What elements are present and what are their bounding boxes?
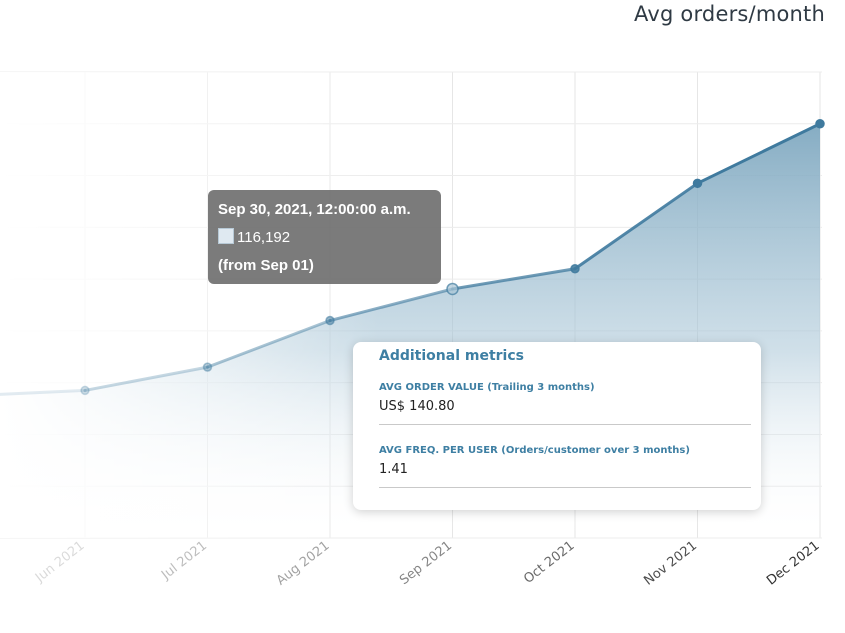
tooltip: Sep 30, 2021, 12:00:00 a.m. 116,192 (fro… bbox=[208, 190, 441, 284]
data-point bbox=[202, 362, 213, 372]
metric-block: AVG FREQ. PER USER (Orders/customer over… bbox=[379, 445, 751, 488]
metric-label: AVG FREQ. PER USER (Orders/customer over… bbox=[379, 445, 690, 456]
data-point bbox=[692, 178, 703, 189]
tooltip-swatch bbox=[218, 228, 234, 244]
x-tick-label: Oct 2021 bbox=[521, 538, 577, 587]
metric-value: US$ 140.80 bbox=[379, 399, 455, 414]
data-point bbox=[325, 315, 335, 326]
tooltip-range: (from Sep 01) bbox=[218, 257, 314, 274]
data-point bbox=[570, 264, 580, 274]
x-tick-label: Jul 2021 bbox=[158, 538, 210, 583]
metric-block: AVG ORDER VALUE (Trailing 3 months) US$ … bbox=[379, 382, 751, 425]
x-tick-label: Dec 2021 bbox=[764, 538, 822, 588]
data-point bbox=[446, 282, 459, 296]
tooltip-value-row: 116,192 bbox=[218, 228, 431, 256]
tooltip-date: Sep 30, 2021, 12:00:00 a.m. bbox=[218, 201, 411, 218]
data-point bbox=[80, 385, 90, 396]
tooltip-value: 116,192 bbox=[237, 229, 291, 246]
x-tick-label: Sep 2021 bbox=[397, 538, 455, 588]
metrics-card: Additional metrics AVG ORDER VALUE (Trai… bbox=[353, 342, 761, 510]
x-axis-labels: Jun 2021 Jul 2021 Aug 2021 Sep 2021 Oct 2021… bbox=[32, 538, 822, 588]
x-tick-label: Jun 2021 bbox=[32, 538, 87, 586]
metric-label: AVG ORDER VALUE (Trailing 3 months) bbox=[379, 382, 595, 393]
x-tick-label: Aug 2021 bbox=[274, 538, 333, 588]
metrics-title: Additional metrics bbox=[379, 348, 524, 364]
x-tick-label: Nov 2021 bbox=[641, 538, 700, 588]
metric-value: 1.41 bbox=[379, 462, 408, 477]
area-chart: Jun 2021 Jul 2021 Aug 2021 Sep 2021 Oct 2021… bbox=[0, 71, 845, 589]
data-point bbox=[815, 119, 825, 129]
